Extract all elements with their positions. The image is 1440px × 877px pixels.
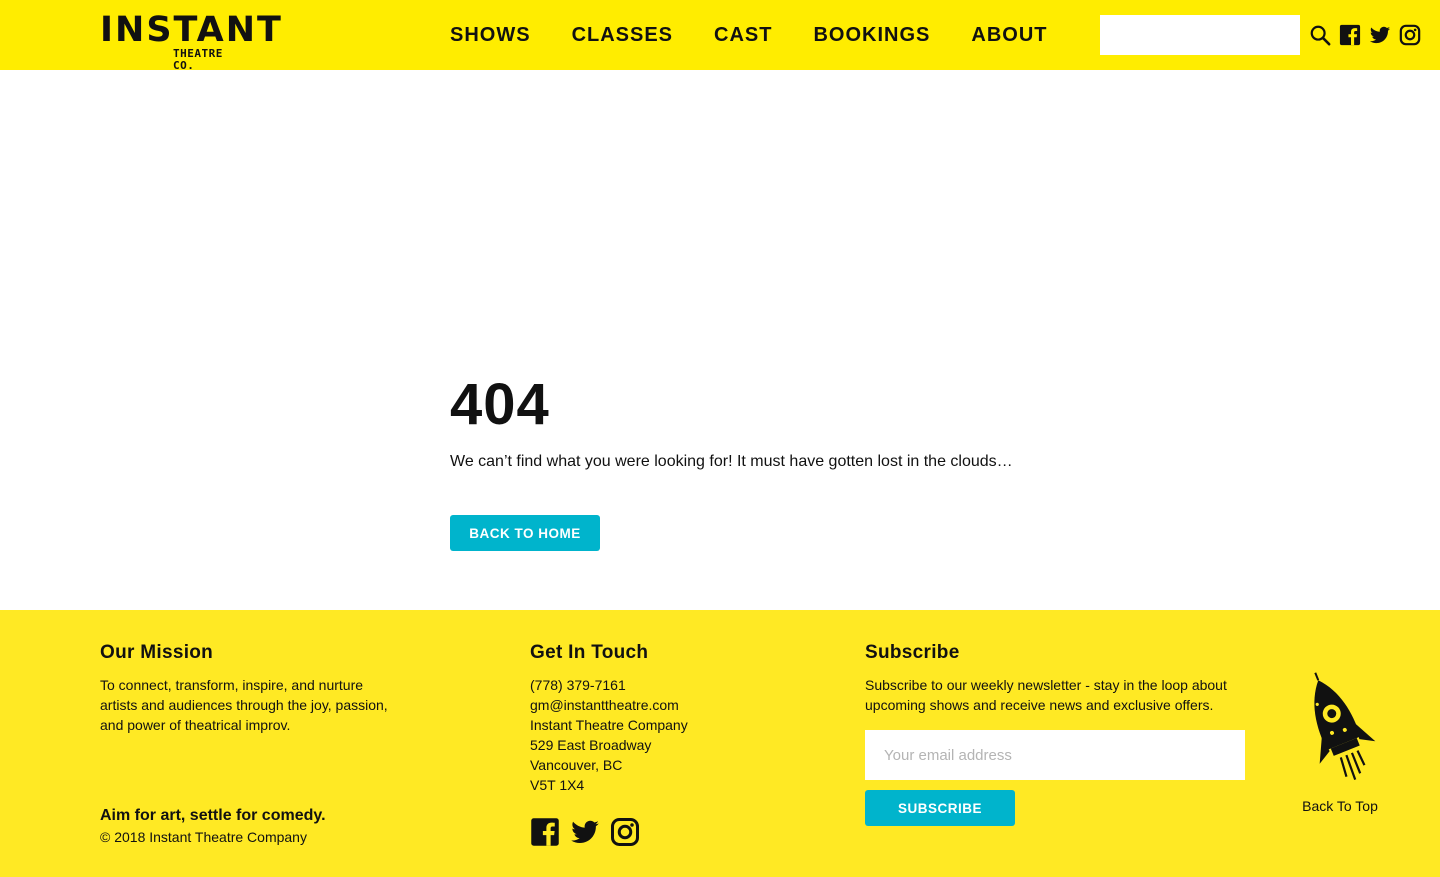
search-input[interactable] bbox=[1100, 15, 1300, 55]
contact-info: (778) 379-7161 gm@instanttheatre.com Ins… bbox=[530, 675, 750, 795]
tagline: Aim for art, settle for comedy. bbox=[100, 807, 326, 824]
logo-subtitle: THEATRE CO. bbox=[173, 47, 223, 72]
site-logo[interactable]: INSTANT THEATRE CO. bbox=[100, 10, 281, 72]
footer-twitter-icon[interactable] bbox=[570, 817, 600, 847]
footer-facebook-icon[interactable] bbox=[530, 817, 560, 847]
subscribe-text: Subscribe to our weekly newsletter - sta… bbox=[865, 677, 1227, 713]
email-field[interactable] bbox=[865, 730, 1245, 780]
contact-title: Get In Touch bbox=[530, 642, 649, 663]
back-to-top-label: Back To Top bbox=[1302, 798, 1378, 814]
contact-city: Vancouver, BC bbox=[530, 757, 623, 773]
site-footer: Our Mission To connect, transform, inspi… bbox=[0, 610, 1440, 877]
contact-company: Instant Theatre Company bbox=[530, 717, 688, 733]
contact-street: 529 East Broadway bbox=[530, 737, 652, 753]
copyright: © 2018 Instant Theatre Company bbox=[100, 829, 307, 845]
instagram-icon[interactable] bbox=[1399, 24, 1421, 46]
contact-postal: V5T 1X4 bbox=[530, 777, 585, 793]
facebook-icon[interactable] bbox=[1339, 24, 1361, 46]
search-icon[interactable] bbox=[1309, 24, 1331, 46]
logo-wordmark: INSTANT bbox=[100, 10, 283, 50]
back-to-top-button[interactable]: Back To Top bbox=[1296, 672, 1384, 816]
footer-instagram-icon[interactable] bbox=[610, 817, 640, 847]
contact-email[interactable]: gm@instanttheatre.com bbox=[530, 695, 750, 715]
contact-phone[interactable]: (778) 379-7161 bbox=[530, 675, 750, 695]
nav-item-about[interactable]: ABOUT bbox=[971, 22, 1047, 48]
nav-item-classes[interactable]: CLASSES bbox=[572, 22, 673, 48]
subscribe-title: Subscribe bbox=[865, 642, 960, 663]
error-message: We can’t find what you were looking for!… bbox=[450, 453, 1013, 470]
site-header: INSTANT THEATRE CO. SHOWS CLASSES CAST B… bbox=[0, 0, 1440, 72]
rocket-icon bbox=[1314, 672, 1376, 781]
nav-item-shows[interactable]: SHOWS bbox=[450, 22, 531, 48]
twitter-icon[interactable] bbox=[1369, 24, 1391, 46]
nav-item-cast[interactable]: CAST bbox=[714, 22, 772, 48]
subscribe-button[interactable]: SUBSCRIBE bbox=[865, 790, 1015, 826]
mission-text: To connect, transform, inspire, and nurt… bbox=[100, 677, 388, 733]
main-nav: SHOWS CLASSES CAST BOOKINGS ABOUT bbox=[450, 22, 1089, 48]
mission-title: Our Mission bbox=[100, 642, 214, 663]
back-to-home-button[interactable]: BACK TO HOME bbox=[450, 515, 600, 551]
error-code: 404 bbox=[450, 372, 550, 437]
nav-item-bookings[interactable]: BOOKINGS bbox=[813, 22, 930, 48]
